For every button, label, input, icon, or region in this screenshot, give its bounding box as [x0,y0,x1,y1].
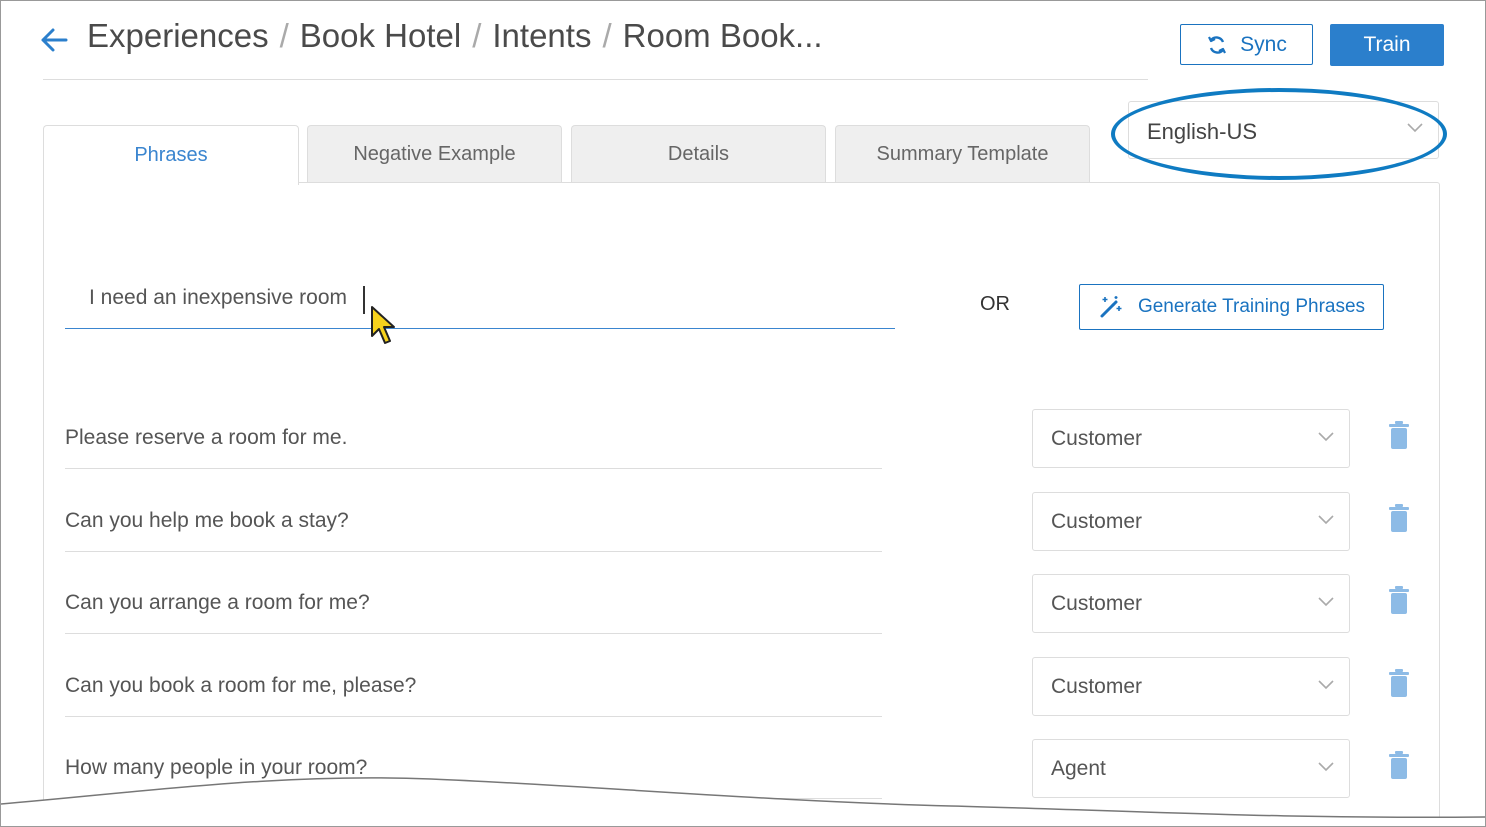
role-value: Customer [1051,675,1143,698]
phrase-divider [65,633,882,634]
chevron-down-icon [1318,432,1334,442]
chevron-down-icon [1318,762,1334,772]
language-value: English-US [1147,119,1258,144]
tab-phrases[interactable]: Phrases [43,125,299,185]
phrase-divider [65,551,882,552]
tab-label: Summary Template [876,143,1049,165]
tab-summary-template[interactable]: Summary Template [835,125,1090,183]
role-value: Customer [1051,510,1143,533]
breadcrumb-separator: / [472,17,482,54]
delete-trash-icon[interactable] [1389,669,1409,697]
sync-button[interactable]: Sync [1180,24,1313,65]
tab-label: Phrases [134,144,208,166]
role-value: Customer [1051,427,1143,450]
tab-label: Negative Example [353,143,516,165]
chevron-down-icon [1407,123,1423,133]
breadcrumb-book-hotel[interactable]: Book Hotel [300,17,461,54]
phrase-text[interactable]: Please reserve a room for me. [65,426,347,450]
train-label: Train [1363,33,1411,56]
role-select[interactable]: Customer [1032,409,1350,468]
phrase-input-field[interactable] [65,271,895,329]
phrase-text[interactable]: Can you help me book a stay? [65,509,349,533]
role-value: Agent [1051,757,1106,780]
app-window: Experiences / Book Hotel / Intents / Room Book… [0,0,1486,827]
magic-wand-icon [1100,296,1122,318]
phrase-divider [65,798,882,799]
delete-trash-icon[interactable] [1389,504,1409,532]
role-value: Customer [1051,592,1143,615]
breadcrumb-experiences[interactable]: Experiences [87,17,269,54]
role-select[interactable]: Customer [1032,574,1350,633]
breadcrumb-current: Room Book... [622,17,823,54]
back-arrow-icon[interactable] [39,27,69,53]
train-button[interactable]: Train [1330,24,1444,66]
mouse-pointer-icon [371,306,395,344]
phrase-input[interactable] [87,285,791,311]
language-select[interactable]: English-US [1128,101,1439,159]
breadcrumb-separator: / [279,17,289,54]
chevron-down-icon [1318,597,1334,607]
breadcrumb: Experiences / Book Hotel / Intents / Room Book… [87,17,823,55]
breadcrumb-intents[interactable]: Intents [492,17,591,54]
text-caret [363,286,365,314]
or-label: OR [980,293,1010,315]
role-select[interactable]: Agent [1032,739,1350,798]
delete-trash-icon[interactable] [1389,586,1409,614]
sync-label: Sync [1240,32,1287,56]
role-select[interactable]: Customer [1032,657,1350,716]
tab-negative-example[interactable]: Negative Example [307,125,562,183]
delete-trash-icon[interactable] [1389,751,1409,779]
delete-trash-icon[interactable] [1389,421,1409,449]
sync-icon [1208,35,1227,54]
phrase-divider [65,716,882,717]
breadcrumb-separator: / [602,17,612,54]
role-select[interactable]: Customer [1032,492,1350,551]
tab-label: Details [667,143,730,165]
phrase-divider [65,468,882,469]
header-divider [43,79,1148,80]
phrase-text[interactable]: Can you book a room for me, please? [65,674,416,698]
tab-details[interactable]: Details [571,125,826,183]
phrase-text[interactable]: How many people in your room? [65,756,367,780]
chevron-down-icon [1318,680,1334,690]
generate-training-phrases-button[interactable]: Generate Training Phrases [1079,284,1384,330]
generate-label: Generate Training Phrases [1137,296,1366,317]
phrase-text[interactable]: Can you arrange a room for me? [65,591,370,615]
chevron-down-icon [1318,515,1334,525]
